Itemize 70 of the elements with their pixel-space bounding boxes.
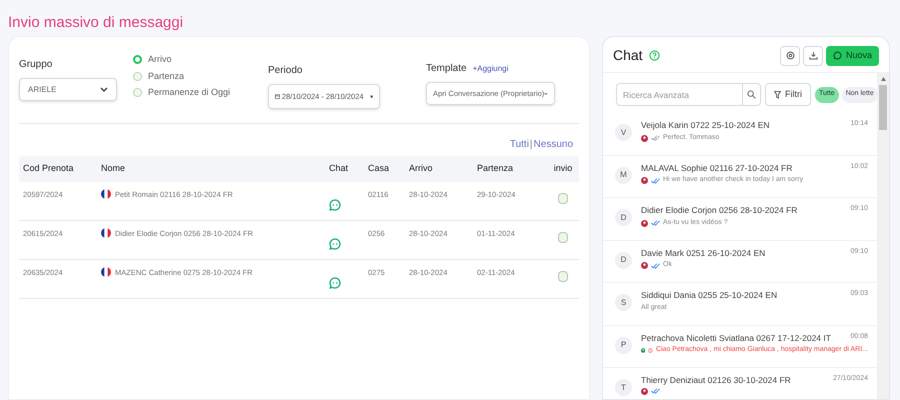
chevron-down-icon (100, 86, 108, 92)
download-button[interactable] (803, 46, 823, 66)
user-avatar-icon (641, 220, 648, 226)
chat-title: Chat (613, 46, 643, 65)
chat-bubble-icon[interactable] (329, 238, 341, 250)
radio-label: Arrivo (148, 53, 172, 66)
chat-bubble-icon[interactable] (329, 277, 341, 289)
page-title: Invio massivo di messaggi (8, 14, 184, 31)
template-label: Template (426, 62, 467, 76)
contact-name: Veijola Karin 0722 25-10-2024 EN (641, 119, 770, 132)
add-template-link[interactable]: +Aggiungi (472, 63, 508, 75)
avatar: T (615, 379, 632, 396)
search-button[interactable] (743, 83, 761, 106)
group-select[interactable]: ARIELE (19, 78, 117, 101)
filter-icon (774, 90, 781, 98)
column-header: invio (552, 162, 574, 176)
calendar-icon (275, 93, 280, 100)
column-header: Casa (368, 162, 390, 176)
radio-button[interactable] (133, 72, 142, 81)
avatar: D (615, 252, 632, 268)
send-checkbox[interactable] (558, 193, 568, 204)
avatar: S (615, 294, 632, 311)
filter-button[interactable]: Filtri (765, 83, 811, 106)
avatar: P (615, 336, 632, 354)
user-avatar-icon (641, 134, 648, 142)
send-checkbox[interactable] (558, 271, 568, 282)
avatar: M (615, 166, 632, 184)
user-avatar-icon (641, 262, 648, 269)
radio-label: Permanenze di Oggi (148, 86, 230, 99)
new-chat-button[interactable]: Nuova (826, 46, 879, 66)
scroll-up-icon (880, 77, 886, 81)
caret-down-icon (370, 94, 373, 98)
user-avatar-icon (641, 177, 648, 184)
select-none-link[interactable]: Nessuno (534, 136, 573, 152)
warning-icon (648, 347, 653, 354)
help-icon (648, 50, 660, 61)
search-icon (747, 90, 756, 99)
contact-name: Siddiqui Dania 0255 25-10-2024 EN (641, 289, 778, 302)
separator: | (530, 138, 533, 152)
contact-name: Petrachova Nicoletti Sviatlana 0267 17-12-2024 IT (641, 332, 831, 344)
scrollbar-track[interactable] (877, 73, 889, 399)
contact-name: MALAVAL Sophie 02116 27-10-2024 FR (641, 162, 792, 174)
avatar: D (615, 209, 632, 226)
period-label: Periodo (268, 64, 304, 78)
column-header: Cod Prenota (22, 162, 75, 176)
flag-icon (101, 189, 111, 199)
contact-name: Thierry Deniziaut 02126 30-10-2024 FR (641, 374, 791, 387)
search-field[interactable]: Ricerca Avanzata (616, 83, 743, 106)
contact-name: Davie Mark 0251 26-10-2024 EN (641, 246, 766, 260)
column-header: Arrivo (409, 162, 434, 176)
flag-icon (101, 267, 111, 277)
send-checkbox[interactable] (558, 232, 568, 243)
column-header: Chat (329, 162, 350, 176)
avatar: V (615, 124, 632, 141)
user-avatar-icon (641, 347, 646, 354)
download-icon (808, 51, 818, 60)
settings-button[interactable] (780, 46, 800, 66)
settings-icon (786, 51, 794, 60)
contact-name: Didier Elodie Corjon 0256 28-10-2024 FR (641, 204, 798, 217)
group-label: Gruppo (19, 58, 54, 72)
flag-icon (101, 228, 111, 238)
scrollbar-thumb[interactable] (879, 85, 887, 130)
radio-label: Partenza (148, 70, 184, 82)
select-all-link[interactable]: Tutti (510, 136, 529, 152)
radio-button[interactable] (133, 88, 142, 98)
user-avatar-icon (641, 388, 648, 395)
radio-button[interactable] (133, 55, 142, 64)
column-header: Nome (101, 162, 126, 176)
column-header: Partenza (477, 162, 514, 176)
chat-bubble-icon[interactable] (329, 199, 341, 211)
